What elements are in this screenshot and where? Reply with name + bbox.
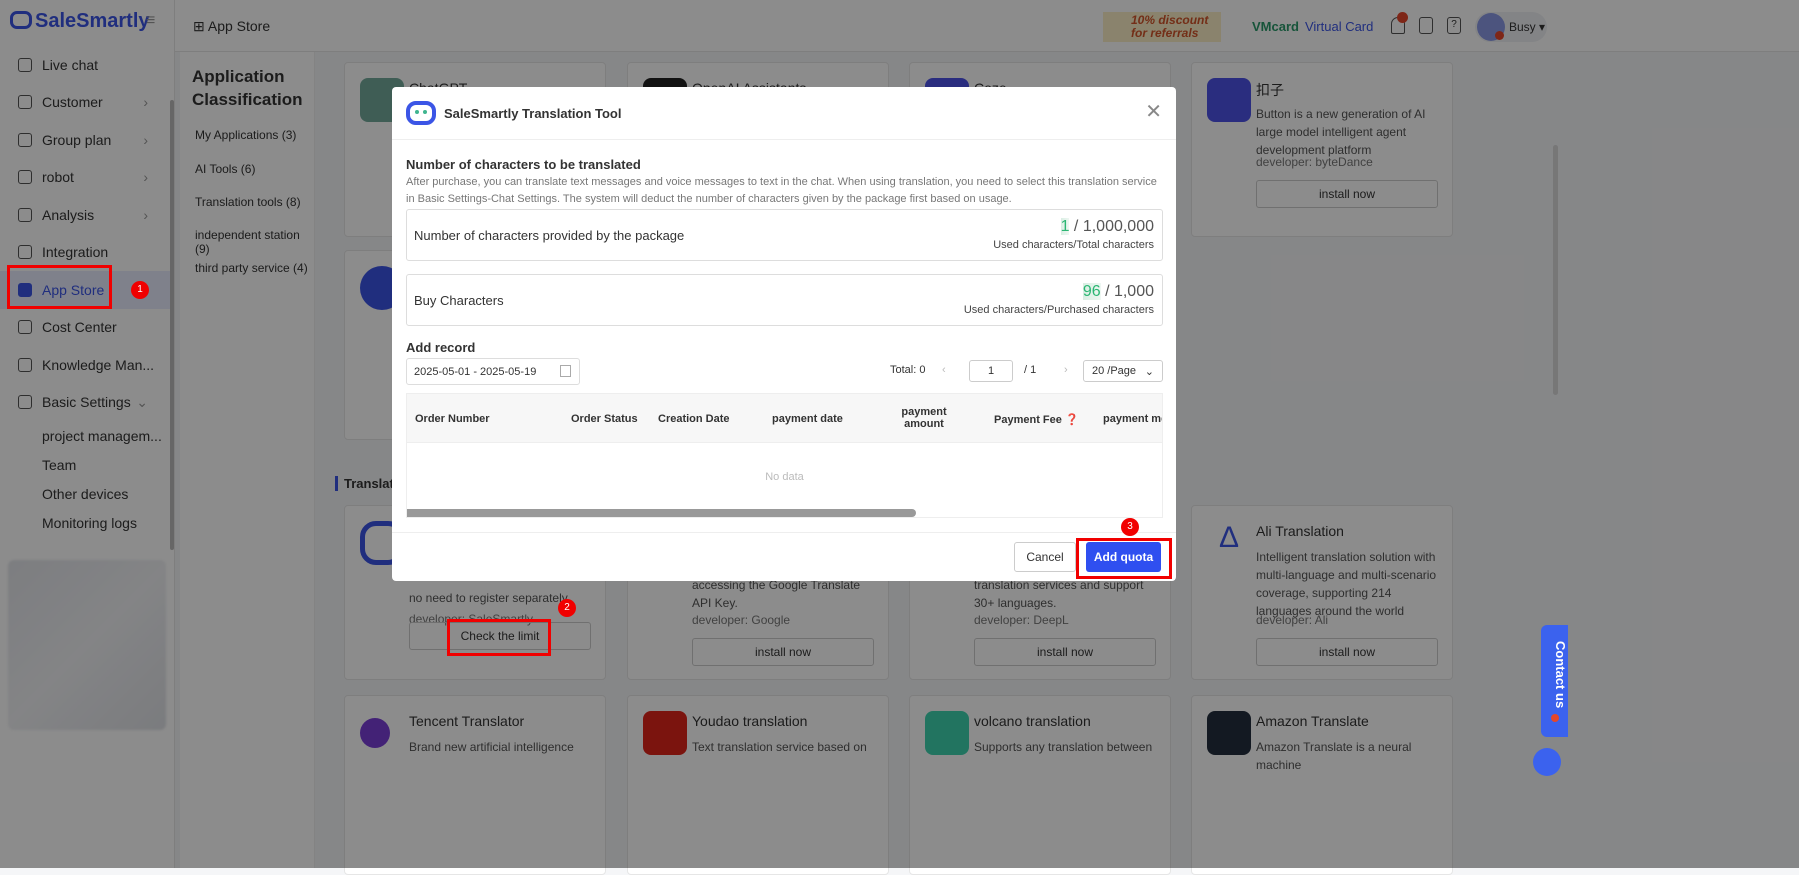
col-payment-method: payment me xyxy=(1103,413,1163,425)
buy-quota-box: Buy Characters 96 / 1,000 Used character… xyxy=(406,274,1163,326)
col-payment-fee: Payment Fee ❓ xyxy=(994,413,1079,426)
col-creation-date: Creation Date xyxy=(658,413,730,425)
records-table: Order Number Order Status Creation Date … xyxy=(406,393,1163,518)
quota-sublabel: Used characters/Purchased characters xyxy=(963,304,1154,316)
date-range-value: 2025-05-01 - 2025-05-19 xyxy=(414,366,537,378)
col-payment-date: payment date xyxy=(772,413,843,425)
col-order-number: Order Number xyxy=(415,413,490,425)
record-title: Add record xyxy=(406,340,476,355)
page-input[interactable]: 1 xyxy=(969,360,1013,382)
prev-page-icon[interactable]: ‹ xyxy=(942,364,946,376)
total-count: / 1,000,000 xyxy=(1069,218,1154,235)
annotation-box-app-store xyxy=(7,265,112,309)
table-horizontal-scrollbar[interactable] xyxy=(407,509,916,517)
next-page-icon[interactable]: › xyxy=(1064,364,1068,376)
total-count: Total: 0 xyxy=(890,364,926,376)
table-header: Order Number Order Status Creation Date … xyxy=(407,394,1162,443)
annotation-box-check-limit xyxy=(447,619,551,656)
robot-icon xyxy=(406,101,436,125)
cancel-button[interactable]: Cancel xyxy=(1014,542,1076,572)
notification-dot xyxy=(1551,714,1559,722)
page-scrollbar[interactable] xyxy=(1553,145,1558,395)
annotation-box-add-quota xyxy=(1076,538,1172,579)
annotation-badge-3: 3 xyxy=(1121,518,1139,536)
page-size-value: 20 /Page xyxy=(1092,365,1137,377)
section-heading: Number of characters to be translated xyxy=(406,157,641,172)
total-count: / 1,000 xyxy=(1100,283,1154,300)
quota-label: Buy Characters xyxy=(414,293,504,308)
date-range-picker[interactable]: 2025-05-01 - 2025-05-19 xyxy=(406,358,580,385)
empty-state: No data xyxy=(765,471,804,483)
contact-us-tab[interactable]: Contact us xyxy=(1541,625,1568,737)
contact-text: Contact us xyxy=(1553,641,1568,709)
annotation-badge-2: 2 xyxy=(558,599,576,617)
col-order-status: Order Status xyxy=(571,413,638,425)
modal-footer-divider xyxy=(392,532,1176,533)
used-count: 96 xyxy=(1082,283,1101,300)
page-size-select[interactable]: 20 /Page ⌄ xyxy=(1083,360,1163,382)
col-payment-amount: payment amount xyxy=(901,406,947,430)
col-label: Payment Fee xyxy=(994,414,1062,426)
close-icon[interactable]: ✕ xyxy=(1145,99,1162,124)
chat-bubble-button[interactable] xyxy=(1533,748,1561,776)
quota-label: Number of characters provided by the pac… xyxy=(414,228,685,243)
quota-sublabel: Used characters/Total characters xyxy=(993,239,1154,251)
page-total: / 1 xyxy=(1024,364,1037,376)
annotation-badge-1: 1 xyxy=(131,281,149,299)
help-icon[interactable]: ❓ xyxy=(1065,414,1079,426)
description: After purchase, you can translate text m… xyxy=(406,176,1157,205)
chevron-down-icon: ⌄ xyxy=(1144,366,1154,378)
modal-title: SaleSmartly Translation Tool xyxy=(444,105,622,121)
calendar-icon xyxy=(560,365,571,377)
package-quota-box: Number of characters provided by the pac… xyxy=(406,209,1163,261)
translation-tool-modal: SaleSmartly Translation Tool ✕ Number of… xyxy=(392,87,1176,581)
